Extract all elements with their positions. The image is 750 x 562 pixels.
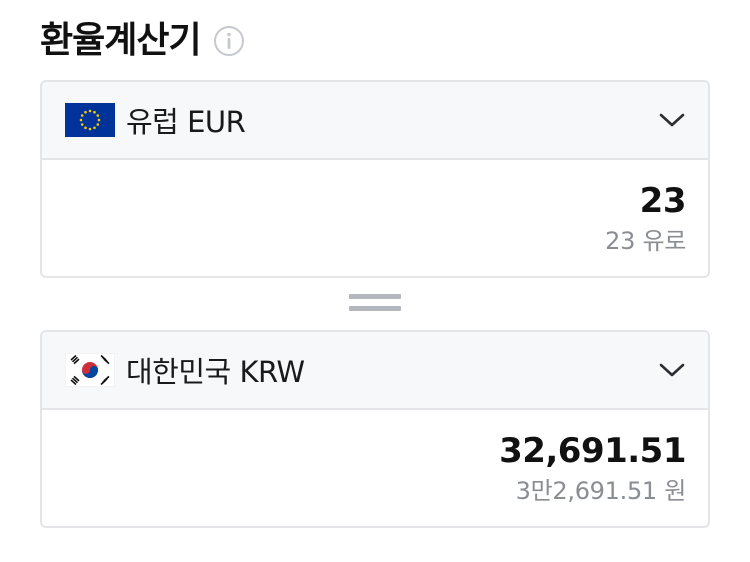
page-title: 환율계산기 (40, 20, 202, 61)
header: 환율계산기 (40, 16, 245, 66)
source-currency-selector[interactable]: 유럽 EUR (42, 82, 708, 160)
source-amount-input[interactable]: 23 (640, 180, 687, 222)
target-currency-name: 대한민국 KRW (126, 355, 305, 389)
korea-flag-icon (64, 353, 116, 387)
target-amount-input[interactable]: 32,691.51 (499, 430, 686, 472)
target-amount-words: 3만2,691.51 원 (515, 477, 687, 505)
source-amount-area[interactable]: 23 23 유로 (42, 160, 708, 276)
target-amount-area[interactable]: 32,691.51 3만2,691.51 원 (42, 410, 708, 526)
chevron-down-icon[interactable] (658, 356, 686, 384)
eu-flag-icon (64, 103, 116, 137)
exchange-rate-calculator: 환율계산기 유럽 EUR 23 23 유로 대한민국 KRW 32,691.51… (0, 0, 750, 562)
target-currency-selector[interactable]: 대한민국 KRW (42, 332, 708, 410)
info-circle-icon[interactable] (213, 25, 245, 57)
target-currency-card: 대한민국 KRW 32,691.51 3만2,691.51 원 (40, 330, 710, 528)
equals-bar-bottom (349, 306, 401, 311)
chevron-down-icon[interactable] (658, 106, 686, 134)
source-currency-card: 유럽 EUR 23 23 유로 (40, 80, 710, 278)
source-currency-name: 유럽 EUR (126, 105, 246, 139)
equals-icon (349, 292, 401, 316)
source-amount-words: 23 유로 (605, 227, 686, 255)
equals-bar-top (349, 294, 401, 299)
